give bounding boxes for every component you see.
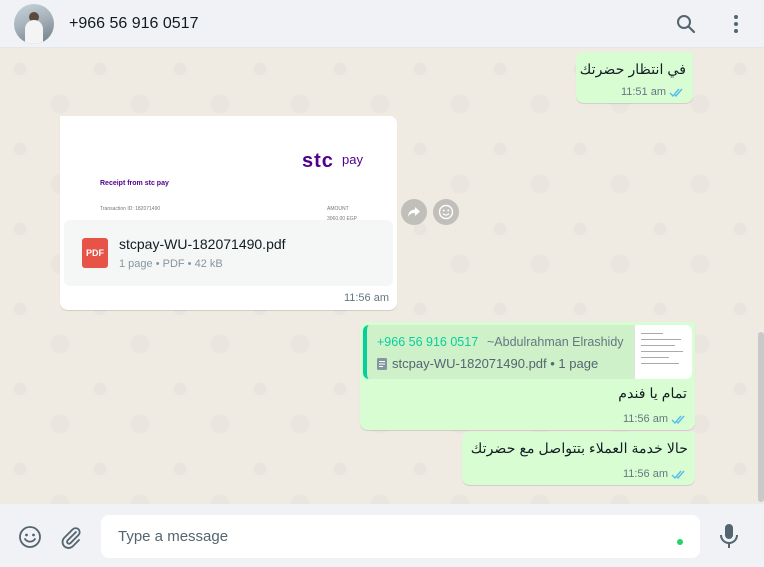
file-attachment[interactable]: PDF stcpay-WU-182071490.pdf 1 page • PDF… xyxy=(64,220,393,286)
forward-icon[interactable] xyxy=(401,199,427,225)
attach-icon[interactable] xyxy=(59,525,83,549)
message-time: 11:56 am xyxy=(622,413,668,425)
pdf-icon: PDF xyxy=(82,238,108,268)
document-preview[interactable]: stc pay Receipt from stc pay Transaction… xyxy=(64,120,393,224)
chat-scrollbar[interactable] xyxy=(758,332,764,502)
message-time: 11:51 am xyxy=(620,86,666,98)
quoted-thumbnail xyxy=(634,325,692,379)
message-bubble-outgoing[interactable]: حالا خدمة العملاء بتتواصل مع حضرتك 11:56… xyxy=(462,432,695,485)
quoted-message[interactable]: +966 56 916 0517 ~Abdulrahman Elrashidy … xyxy=(363,325,692,379)
message-time: 11:56 am xyxy=(622,468,668,480)
search-icon[interactable] xyxy=(674,12,698,36)
message-text: حالا خدمة العملاء بتتواصل مع حضرتك xyxy=(470,441,688,457)
emoji-icon[interactable] xyxy=(18,525,42,549)
receipt-transaction: Transaction ID: 182071490 xyxy=(100,206,161,212)
file-meta: 1 page • PDF • 42 kB xyxy=(119,258,223,270)
double-check-icon xyxy=(669,88,683,97)
message-bubble-reply[interactable]: +966 56 916 0517 ~Abdulrahman Elrashidy … xyxy=(360,322,695,430)
stc-logo-sub: pay xyxy=(342,152,363,167)
contact-avatar[interactable] xyxy=(14,3,54,44)
chat-area[interactable]: في انتظار حضرتك 11:51 am stc pay Receipt… xyxy=(0,49,764,504)
document-icon xyxy=(377,357,387,370)
menu-icon[interactable] xyxy=(724,12,748,36)
double-check-icon xyxy=(671,470,685,479)
composer-bar xyxy=(0,504,764,567)
chat-header: +966 56 916 0517 xyxy=(0,0,764,48)
message-time: 11:56 am xyxy=(343,292,389,304)
receipt-amount-label: AMOUNT xyxy=(327,206,349,212)
double-check-icon xyxy=(671,415,685,424)
file-name: stcpay-WU-182071490.pdf xyxy=(119,236,286,252)
quoted-sender: +966 56 916 0517 xyxy=(377,335,479,349)
quoted-alias: ~Abdulrahman Elrashidy xyxy=(487,335,624,349)
message-bubble-outgoing[interactable]: في انتظار حضرتك 11:51 am xyxy=(576,52,693,103)
message-input[interactable] xyxy=(101,515,700,558)
quoted-file: stcpay-WU-182071490.pdf • 1 page xyxy=(392,356,599,371)
status-dot xyxy=(677,539,683,545)
message-text: في انتظار حضرتك xyxy=(579,62,686,78)
microphone-icon[interactable] xyxy=(717,524,741,548)
react-emoji-icon[interactable] xyxy=(433,199,459,225)
receipt-title: Receipt from stc pay xyxy=(100,180,169,187)
message-bubble-document[interactable]: stc pay Receipt from stc pay Transaction… xyxy=(60,116,397,310)
message-text: تمام يا فندم xyxy=(618,386,687,402)
stc-logo: stc xyxy=(302,150,334,172)
contact-name[interactable]: +966 56 916 0517 xyxy=(69,15,198,33)
